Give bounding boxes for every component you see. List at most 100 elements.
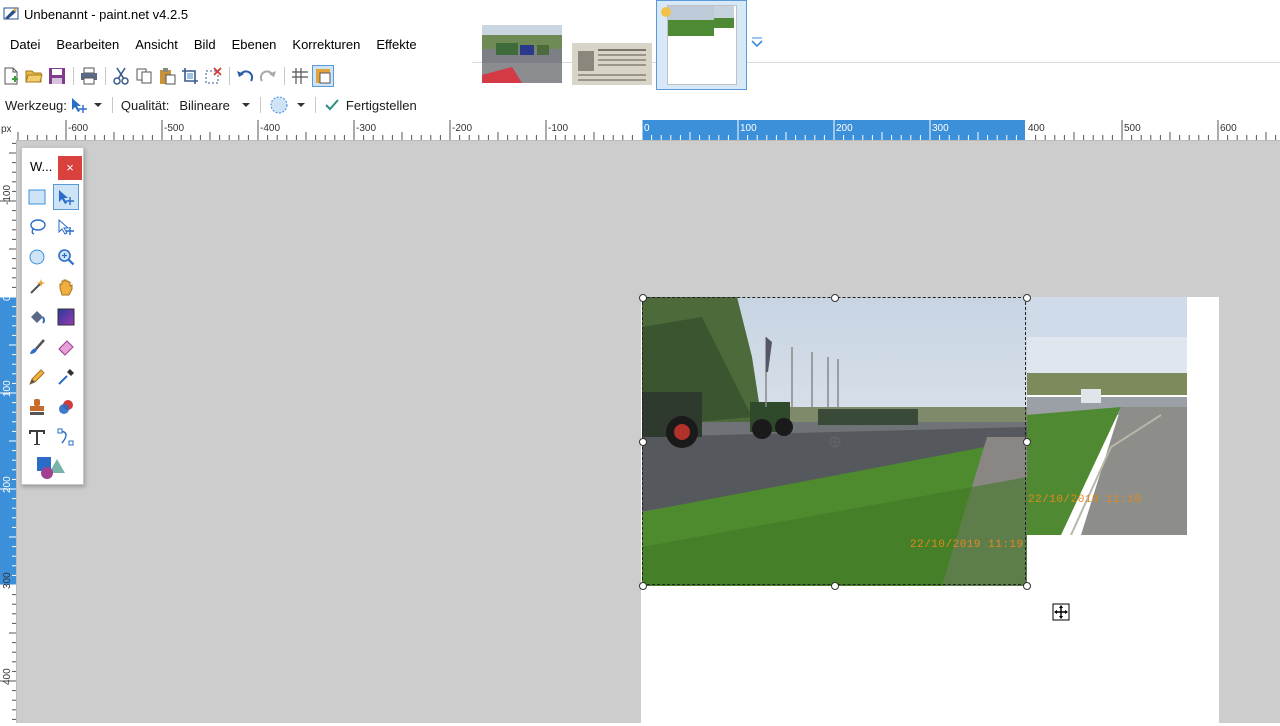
antialiasing-chevron-down-icon[interactable] [295, 100, 307, 110]
save-icon[interactable] [46, 65, 68, 87]
toolbar-separator [284, 67, 285, 85]
vertical-ruler-ticks: -100 0 100 200 300 400 [0, 142, 16, 720]
ruler-icon[interactable] [312, 65, 334, 87]
image-tab-unbenannt-selected[interactable] [656, 0, 747, 90]
back-photo-date-stamp: 22/10/2019 11:10 [1028, 494, 1142, 506]
ruler-label: -500 [164, 123, 184, 134]
canvas-workspace[interactable]: 22/10/2019 11:10 22/10/2019 11:19 [17, 141, 1280, 723]
tool-shapes[interactable] [24, 454, 74, 480]
ruler-label: -100 [2, 185, 13, 205]
tool-move-selection[interactable] [53, 214, 79, 240]
options-separator [111, 97, 113, 113]
selection-handle-bottom-right[interactable] [1023, 582, 1031, 590]
checkmark-icon[interactable] [324, 98, 340, 112]
menu-datei[interactable]: Datei [0, 30, 48, 60]
tool-text[interactable] [24, 424, 50, 450]
deselect-icon[interactable] [202, 65, 224, 87]
grid-icon[interactable] [289, 65, 311, 87]
tool-paintbrush[interactable] [24, 334, 50, 360]
tool-dropdown-chevron-down-icon[interactable] [92, 100, 104, 110]
tool-move-selected-pixels[interactable] [53, 184, 79, 210]
tool-zoom[interactable] [53, 244, 79, 270]
ruler-label: 100 [740, 123, 757, 134]
menu-bearbeiten[interactable]: Bearbeiten [48, 30, 127, 60]
image-tab-tractors[interactable] [482, 25, 562, 83]
print-icon[interactable] [78, 65, 100, 87]
tool-magic-wand[interactable] [24, 274, 50, 300]
toolbar-separator [105, 67, 106, 85]
ruler-label: 500 [1124, 123, 1141, 134]
unbenannt-thumbnail-image [668, 6, 736, 36]
selection-handle-top-right[interactable] [1023, 294, 1031, 302]
ruler-label: 200 [2, 476, 13, 493]
paste-icon[interactable] [156, 65, 178, 87]
tab-list-chevron-down-icon[interactable] [748, 36, 766, 52]
redo-icon[interactable] [257, 65, 279, 87]
ruler-label: -300 [356, 123, 376, 134]
menu-bar: Datei Bearbeiten Ansicht Bild Ebenen Kor… [0, 30, 472, 60]
antialiasing-icon[interactable] [269, 95, 289, 115]
tool-pencil[interactable] [24, 364, 50, 390]
tool-ellipse-select[interactable] [24, 244, 50, 270]
quality-label: Qualität: [120, 97, 170, 113]
modified-indicator-icon [661, 7, 671, 17]
window-title: Unbenannt - paint.net v4.2.5 [24, 7, 189, 22]
move-selected-pixels-icon[interactable] [70, 96, 88, 114]
tool-lasso-select[interactable] [24, 214, 50, 240]
selection-handle-top[interactable] [831, 294, 839, 302]
horizontal-ruler-ticks: -600 -500 -400 -300 -200 -100 0 100 200 300 400 500… [17, 120, 1277, 140]
tool-eraser[interactable] [53, 334, 79, 360]
selection-handle-bottom[interactable] [831, 582, 839, 590]
ruler-label: 200 [836, 123, 853, 134]
finish-button[interactable]: Fertigstellen [346, 98, 417, 113]
selection-handle-bottom-left[interactable] [639, 582, 647, 590]
tool-clone-stamp[interactable] [24, 394, 50, 420]
selection-outline[interactable] [639, 294, 1031, 590]
main-toolbar [0, 63, 360, 89]
options-separator [259, 97, 261, 113]
undo-icon[interactable] [234, 65, 256, 87]
unbenannt-thumbnail [667, 5, 737, 85]
quality-select[interactable]: Bilineare [179, 98, 230, 113]
ruler-label: 400 [1028, 123, 1045, 134]
quality-chevron-down-icon[interactable] [240, 100, 252, 110]
tool-line-curve[interactable] [53, 424, 79, 450]
menu-effekte[interactable]: Effekte [368, 30, 424, 60]
cut-icon[interactable] [110, 65, 132, 87]
open-file-icon[interactable] [23, 65, 45, 87]
image-tab-newspaper[interactable] [572, 43, 652, 85]
copy-icon[interactable] [133, 65, 155, 87]
tool-rectangle-select[interactable] [24, 184, 50, 210]
crop-to-selection-icon[interactable] [179, 65, 201, 87]
tool-label: Werkzeug: [5, 97, 67, 113]
toolbar-separator [229, 67, 230, 85]
tool-pan[interactable] [53, 274, 79, 300]
new-file-icon[interactable] [0, 65, 22, 87]
tools-window-close-button[interactable]: × [58, 156, 82, 180]
selection-handle-left[interactable] [639, 438, 647, 446]
menu-ebenen[interactable]: Ebenen [224, 30, 285, 60]
vertical-ruler: -100 0 100 200 300 400 [0, 140, 17, 723]
tool-color-picker[interactable] [53, 364, 79, 390]
menu-bild[interactable]: Bild [186, 30, 224, 60]
ruler-label: -600 [68, 123, 88, 134]
tools-window[interactable]: W... × [21, 147, 84, 485]
ruler-label: -400 [260, 123, 280, 134]
ruler-label: 300 [932, 123, 949, 134]
tool-recolor[interactable] [53, 394, 79, 420]
tool-gradient[interactable] [53, 304, 79, 330]
rotation-center-icon[interactable] [829, 436, 841, 448]
options-separator [314, 97, 316, 113]
ruler-label: 0 [2, 295, 13, 301]
ruler-unit-corner: px [0, 120, 16, 140]
menu-ansicht[interactable]: Ansicht [127, 30, 186, 60]
ruler-label: -200 [452, 123, 472, 134]
ruler-unit-label: px [1, 124, 12, 135]
selection-handle-top-left[interactable] [639, 294, 647, 302]
menu-korrekturen[interactable]: Korrekturen [284, 30, 368, 60]
tool-options-bar: Werkzeug: Qualität: Bilineare Fertigstel… [0, 93, 460, 117]
ruler-label: 400 [2, 668, 13, 685]
tool-paint-bucket[interactable] [24, 304, 50, 330]
ruler-label: 600 [1220, 123, 1237, 134]
selection-handle-right[interactable] [1023, 438, 1031, 446]
